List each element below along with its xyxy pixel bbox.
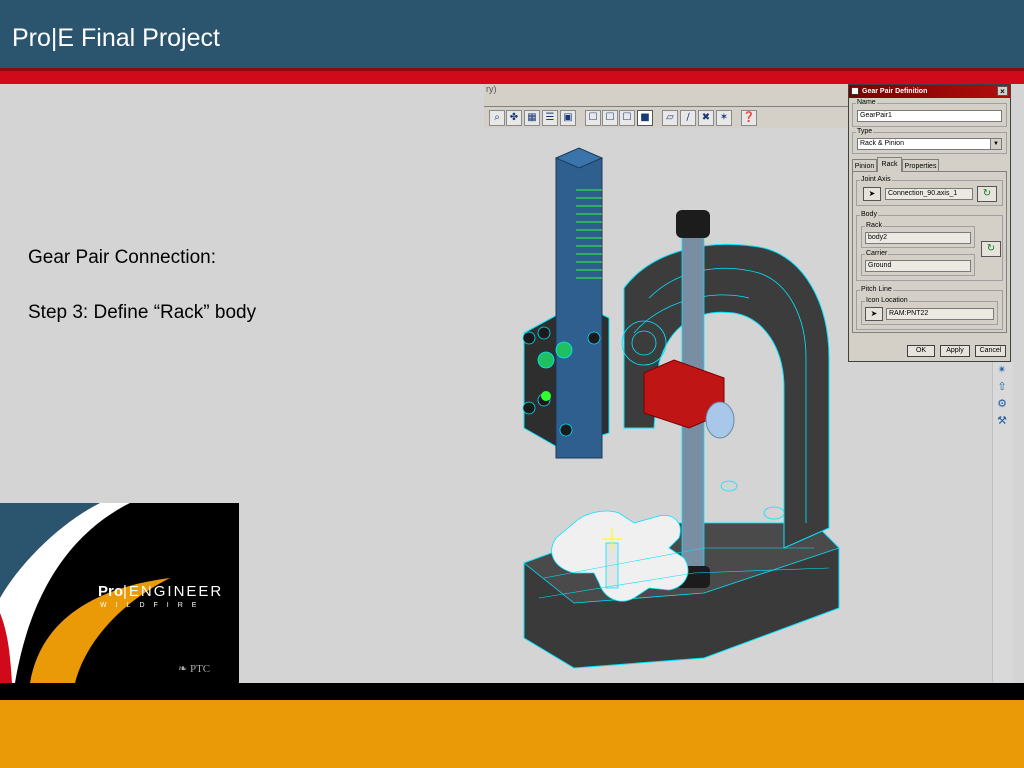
dialog-title-bar: Gear Pair Definition ×	[849, 85, 1010, 98]
shading-icon[interactable]: ■	[637, 110, 653, 126]
named-views-icon[interactable]: ▣	[560, 110, 576, 126]
ok-button[interactable]: OK	[907, 345, 935, 357]
slide-black-stripe	[0, 683, 1024, 700]
carrier-field[interactable]: Ground	[865, 260, 971, 272]
slide-red-stripe	[0, 68, 1024, 84]
refresh-icon[interactable]: ↻	[981, 241, 1001, 257]
chevron-down-icon[interactable]: ▼	[990, 139, 1001, 149]
datum-planes-toggle-icon[interactable]: ▱	[662, 110, 678, 126]
window-title-fragment: ry)	[486, 84, 497, 94]
type-label: Type	[856, 128, 874, 136]
icon-location-group: Icon Location ➤ RAM:PNT22	[861, 297, 998, 325]
datum-plane-icon[interactable]: ▦	[524, 110, 540, 126]
slide-title-bar: Pro|E Final Project	[0, 0, 1024, 68]
icon-location-field[interactable]: RAM:PNT22	[886, 308, 994, 320]
layers-icon[interactable]: ☰	[542, 110, 558, 126]
ptc-glyph-icon: ❧	[178, 663, 188, 675]
slide-step-text: Step 3: Define “Rack” body	[28, 302, 257, 323]
joint-axis-group: Joint Axis ➤ Connection_90.axis_1 ↻	[856, 176, 1003, 206]
no-hidden-icon[interactable]: ☐	[619, 110, 635, 126]
hidden-line-icon[interactable]: ☐	[602, 110, 618, 126]
slide-title: Pro|E Final Project	[12, 24, 220, 52]
right-tool-strip	[992, 362, 1013, 683]
mechanism-motor-icon[interactable]: ⇧	[995, 381, 1009, 393]
mechanism-connection-icon[interactable]: ✴	[995, 364, 1009, 376]
refresh-icon[interactable]: ↻	[977, 186, 997, 202]
type-group: Type Rack & Pinion ▼	[852, 128, 1007, 154]
joint-axis-field[interactable]: Connection_90.axis_1	[885, 188, 973, 200]
carrier-group: Carrier Ground	[861, 250, 975, 276]
slide-orange-footer	[0, 700, 1024, 768]
context-help-icon[interactable]: ❓	[741, 110, 757, 126]
apply-button[interactable]: Apply	[940, 345, 970, 357]
select-arrow-icon[interactable]: ➤	[865, 307, 883, 321]
name-group: Name GearPair1	[852, 99, 1007, 127]
dialog-window-icon	[851, 87, 859, 95]
select-arrow-icon[interactable]: ➤	[863, 187, 881, 201]
dialog-title: Gear Pair Definition	[862, 88, 928, 95]
body-label: Body	[860, 211, 878, 219]
spin-center-icon[interactable]: ✤	[506, 110, 522, 126]
joint-axis-label: Joint Axis	[860, 176, 892, 184]
name-field[interactable]: GearPair1	[857, 110, 1002, 122]
logo-subtitle: WILDFIRE	[100, 602, 206, 609]
datum-points-icon[interactable]: ✖	[698, 110, 714, 126]
tab-rack[interactable]: Rack	[877, 157, 902, 172]
close-icon[interactable]: ×	[997, 86, 1008, 96]
rack-body-label: Rack	[865, 222, 883, 230]
rack-tab-panel: Joint Axis ➤ Connection_90.axis_1 ↻ Body…	[852, 171, 1007, 333]
proe-toolbar: ry) ⌕ ✤ ▦ ☰ ▣ ☐ ☐ ☐ ■ ▱ ∕ ✖ ✶ ❓	[484, 84, 848, 129]
rack-body-group: Rack body2	[861, 222, 975, 248]
body-group: Body Rack body2 Carrier Ground ↻	[856, 211, 1003, 281]
cancel-button[interactable]: Cancel	[975, 345, 1006, 357]
datum-axes-icon[interactable]: ∕	[680, 110, 696, 126]
wireframe-icon[interactable]: ☐	[585, 110, 601, 126]
slide-heading: Gear Pair Connection:	[28, 247, 216, 268]
coordinate-systems-icon[interactable]: ✶	[716, 110, 732, 126]
name-label: Name	[856, 99, 877, 107]
ptc-logo: ❧ PTC	[178, 663, 211, 675]
zoom-window-icon[interactable]: ⌕	[489, 110, 505, 126]
carrier-label: Carrier	[865, 250, 889, 258]
logo-wordmark: Pro|ENGINEER	[98, 583, 224, 600]
mechanism-gear-icon[interactable]: ⚙	[995, 398, 1009, 410]
gear-pair-definition-dialog: Gear Pair Definition × Name GearPair1 Ty…	[848, 84, 1011, 362]
rack-body-field[interactable]: body2	[865, 232, 971, 244]
pitch-line-group: Pitch Line Icon Location ➤ RAM:PNT22	[856, 286, 1003, 330]
type-select[interactable]: Rack & Pinion ▼	[857, 138, 1002, 150]
mechanism-analysis-icon[interactable]: ⚒	[995, 415, 1009, 427]
pitch-line-label: Pitch Line	[860, 286, 893, 294]
icon-location-label: Icon Location	[865, 297, 909, 305]
